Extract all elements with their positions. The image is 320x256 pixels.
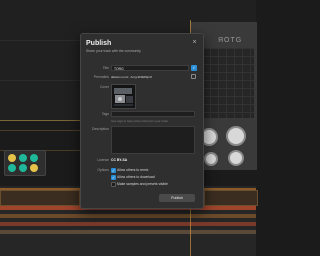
track-stripe	[0, 230, 256, 234]
tags-input[interactable]	[111, 111, 195, 117]
track-stripe	[0, 214, 256, 218]
audio-clip[interactable]	[204, 190, 258, 206]
cover-image[interactable]	[111, 84, 136, 109]
title-confirm-icon[interactable]: ✓	[191, 65, 197, 71]
samples-option-label: Make samples and presets visible	[117, 182, 168, 186]
samples-visible-checkbox[interactable]	[111, 182, 116, 187]
permalink-value: ableton.com/.../torg-9h9k8bp3f	[111, 75, 152, 79]
download-checkbox[interactable]: ✓	[111, 175, 116, 180]
publish-dialog: Publish Share your track with the commun…	[80, 33, 204, 209]
remix-checkbox[interactable]: ✓	[111, 168, 116, 173]
cover-label: Cover	[99, 85, 109, 89]
license-value[interactable]: CC BY-SA	[111, 158, 127, 162]
publish-button[interactable]: Publish	[159, 194, 195, 202]
close-icon[interactable]: ×	[191, 39, 198, 46]
remix-option-label: Allow others to remix	[117, 168, 149, 172]
audio-clip[interactable]	[0, 190, 80, 206]
license-label: License	[97, 158, 109, 162]
drum-pad[interactable]	[8, 164, 16, 172]
drum-pad-device	[4, 150, 46, 176]
copy-link-icon[interactable]	[191, 74, 196, 79]
options-label: Options	[97, 168, 109, 172]
drum-pad[interactable]	[19, 154, 27, 162]
track-stripe	[0, 222, 256, 226]
dialog-title: Publish	[86, 40, 112, 47]
title-label: Title	[102, 66, 109, 70]
drum-pad[interactable]	[19, 164, 27, 172]
instrument-knob[interactable]	[204, 152, 218, 166]
instrument-title: ЯOTG	[218, 37, 243, 44]
drum-pad[interactable]	[8, 154, 16, 162]
drum-pad[interactable]	[30, 154, 38, 162]
dialog-subtitle: Share your track with the community	[86, 49, 141, 53]
title-input[interactable]: TORG	[111, 65, 189, 71]
tags-label: Tags	[101, 112, 109, 116]
tags-hint: Use tags to help others discover your tr…	[111, 119, 168, 123]
description-textarea[interactable]	[111, 126, 195, 154]
download-option-label: Allow others to download	[117, 175, 155, 179]
instrument-knob[interactable]	[228, 150, 244, 166]
instrument-knob[interactable]	[226, 126, 246, 146]
description-label: Description	[92, 127, 109, 131]
drum-pad[interactable]	[30, 164, 38, 172]
permalink-label: Permalink	[93, 75, 109, 79]
